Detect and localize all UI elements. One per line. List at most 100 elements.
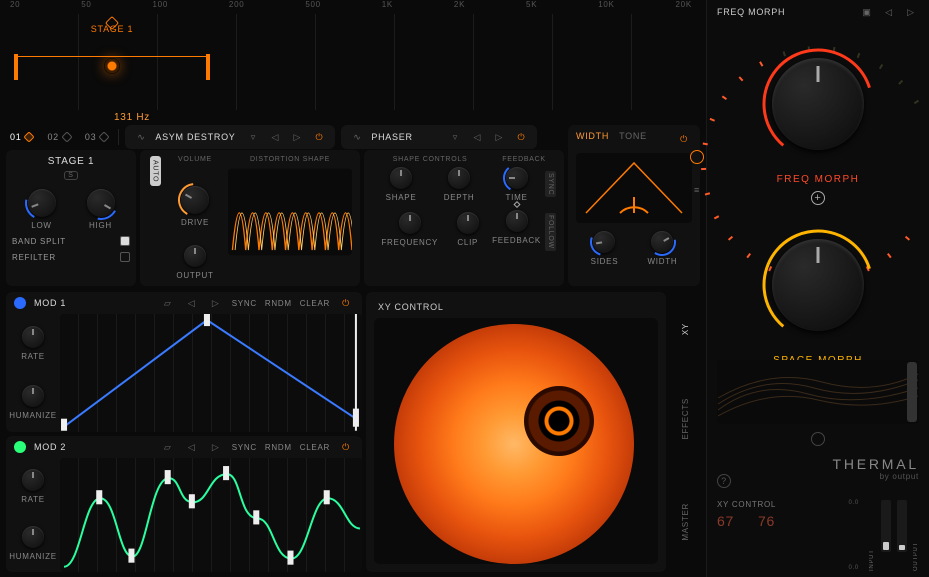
sliders-icon[interactable]: ≡	[689, 182, 705, 198]
next-preset-icon[interactable]: ▷	[903, 4, 919, 20]
mod-shape-icon[interactable]: ▱	[160, 439, 176, 455]
prev-icon[interactable]: ◁	[184, 295, 200, 311]
tick: 200	[229, 0, 245, 14]
knob-label: SHAPE	[386, 193, 417, 202]
random-button[interactable]: RNDM	[265, 443, 292, 452]
prev-icon[interactable]: ◁	[184, 439, 200, 455]
frequency-readout: 131 Hz	[114, 112, 150, 123]
mod2-rate-knob[interactable]: RATE	[21, 469, 45, 504]
power-icon[interactable]: ⏻	[676, 131, 692, 147]
stage-tab-label: 02	[47, 132, 58, 142]
band-split-checkbox[interactable]	[120, 236, 130, 246]
chevron-down-icon[interactable]: ▿	[245, 129, 261, 145]
chevron-down-icon[interactable]: ▿	[447, 129, 463, 145]
stage-tab-02[interactable]: 02	[43, 132, 74, 142]
distortion-shape-header: DISTORTION SHAPE	[228, 156, 352, 163]
brand: THERMAL by output	[833, 456, 920, 481]
time-knob[interactable]: TIME	[492, 167, 541, 202]
mod2-humanize-knob[interactable]: HUMANIZE	[9, 526, 57, 561]
prev-icon[interactable]: ◁	[267, 129, 283, 145]
fx2-name[interactable]: PHASER	[371, 132, 441, 142]
stage-tab-label: 03	[85, 132, 96, 142]
brand-byline: by output	[833, 472, 920, 481]
refilter-checkbox[interactable]	[120, 252, 130, 262]
clip-knob[interactable]: CLIP	[457, 212, 479, 247]
stage-tab-03[interactable]: 03	[81, 132, 112, 142]
width-visualizer[interactable]	[576, 153, 692, 223]
mod1-panel: MOD 1 ▱ ◁ ▷ SYNC RNDM CLEAR ⏻ RATE HUMAN…	[6, 292, 362, 432]
lock-icon[interactable]	[811, 432, 825, 446]
rail-master[interactable]: MASTER	[681, 503, 690, 541]
random-button[interactable]: RNDM	[265, 299, 292, 308]
low-knob[interactable]: LOW	[28, 189, 56, 230]
mod1-rate-knob[interactable]: RATE	[21, 326, 45, 361]
feedback-knob[interactable]: FEEDBACK	[492, 210, 541, 245]
width-tab[interactable]: WIDTH	[576, 131, 609, 147]
freq-morph-knob[interactable]	[772, 58, 864, 150]
clear-button[interactable]: CLEAR	[300, 443, 330, 452]
mod2-envelope[interactable]	[60, 458, 362, 572]
input-meter-label: INPUT	[869, 500, 875, 571]
rail-effects[interactable]: EFFECTS	[681, 398, 690, 440]
drive-knob[interactable]: DRIVE	[181, 186, 209, 227]
auto-tab[interactable]: AUTO	[150, 156, 161, 186]
prev-preset-icon[interactable]: ◁	[881, 4, 897, 20]
solo-button[interactable]: S	[64, 171, 77, 180]
mod1-envelope[interactable]	[60, 314, 362, 432]
xy-cursor[interactable]	[524, 386, 594, 456]
knob-label: OUTPUT	[176, 271, 213, 280]
next-icon[interactable]: ▷	[289, 129, 305, 145]
stage-tab-01[interactable]: 01	[6, 132, 37, 142]
follow-toggle[interactable]: FOLLOW	[545, 213, 556, 251]
frequency-knob[interactable]: FREQUENCY	[381, 212, 438, 247]
save-icon[interactable]: ▣	[859, 4, 875, 20]
stage1-title: STAGE 1	[12, 156, 130, 167]
io-meters: INPUT OUTPUT	[869, 500, 919, 571]
view-rail: XY EFFECTS MASTER	[670, 292, 700, 572]
power-icon[interactable]: ⏻	[338, 439, 354, 455]
brand-name: THERMAL	[833, 456, 920, 472]
power-icon[interactable]: ⏻	[513, 129, 529, 145]
stage1-band-range[interactable]: STAGE 1	[14, 18, 210, 96]
sides-knob[interactable]: SIDES	[591, 231, 619, 266]
wave-icon: ∿	[133, 129, 149, 145]
mod2-panel: MOD 2 ▱ ◁ ▷ SYNC RNDM CLEAR ⏻ RATE HUMAN…	[6, 436, 362, 572]
power-icon[interactable]: ⏻	[338, 295, 354, 311]
mod2-badge-icon	[14, 441, 26, 453]
preset-name[interactable]: FREQ MORPH	[717, 7, 853, 17]
side-icons: ≡	[689, 150, 705, 198]
mod1-humanize-knob[interactable]: HUMANIZE	[9, 385, 57, 420]
sync-button[interactable]: SYNC	[232, 443, 257, 452]
help-icon[interactable]: ?	[717, 474, 731, 488]
distortion-shape-display[interactable]	[228, 163, 352, 261]
depth-knob[interactable]: DEPTH	[444, 167, 475, 202]
shape-knob[interactable]: SHAPE	[386, 167, 417, 202]
high-knob[interactable]: HIGH	[87, 189, 115, 230]
freq-morph-assign-button[interactable]: +	[811, 191, 825, 205]
mod-shape-icon[interactable]: ▱	[160, 295, 176, 311]
mod2-title: MOD 2	[34, 442, 66, 452]
dry-wet-slider[interactable]	[907, 362, 917, 422]
output-knob[interactable]: OUTPUT	[176, 245, 213, 280]
width-knob[interactable]: WIDTH	[648, 231, 678, 266]
space-morph-knob[interactable]	[772, 239, 864, 331]
rail-xy[interactable]: XY	[681, 323, 690, 335]
tick: 2K	[454, 0, 465, 14]
next-icon[interactable]: ▷	[208, 295, 224, 311]
xy-pad[interactable]	[374, 318, 658, 564]
fx1-name[interactable]: ASYM DESTROY	[155, 132, 239, 142]
xy-title: XY CONTROL	[374, 300, 658, 314]
macro-target-icon[interactable]	[690, 150, 704, 164]
band-bracket[interactable]	[14, 56, 210, 76]
clear-button[interactable]: CLEAR	[300, 299, 330, 308]
power-icon[interactable]: ⏻	[311, 129, 327, 145]
feedback-header: FEEDBACK	[492, 156, 556, 163]
next-icon[interactable]: ▷	[208, 439, 224, 455]
sync-toggle[interactable]: SYNC	[545, 171, 556, 197]
sync-button[interactable]: SYNC	[232, 299, 257, 308]
xy-x-value: 67	[717, 513, 734, 529]
prev-icon[interactable]: ◁	[469, 129, 485, 145]
tone-tab[interactable]: TONE	[619, 131, 647, 147]
next-icon[interactable]: ▷	[491, 129, 507, 145]
volume-header: VOLUME	[178, 156, 212, 163]
